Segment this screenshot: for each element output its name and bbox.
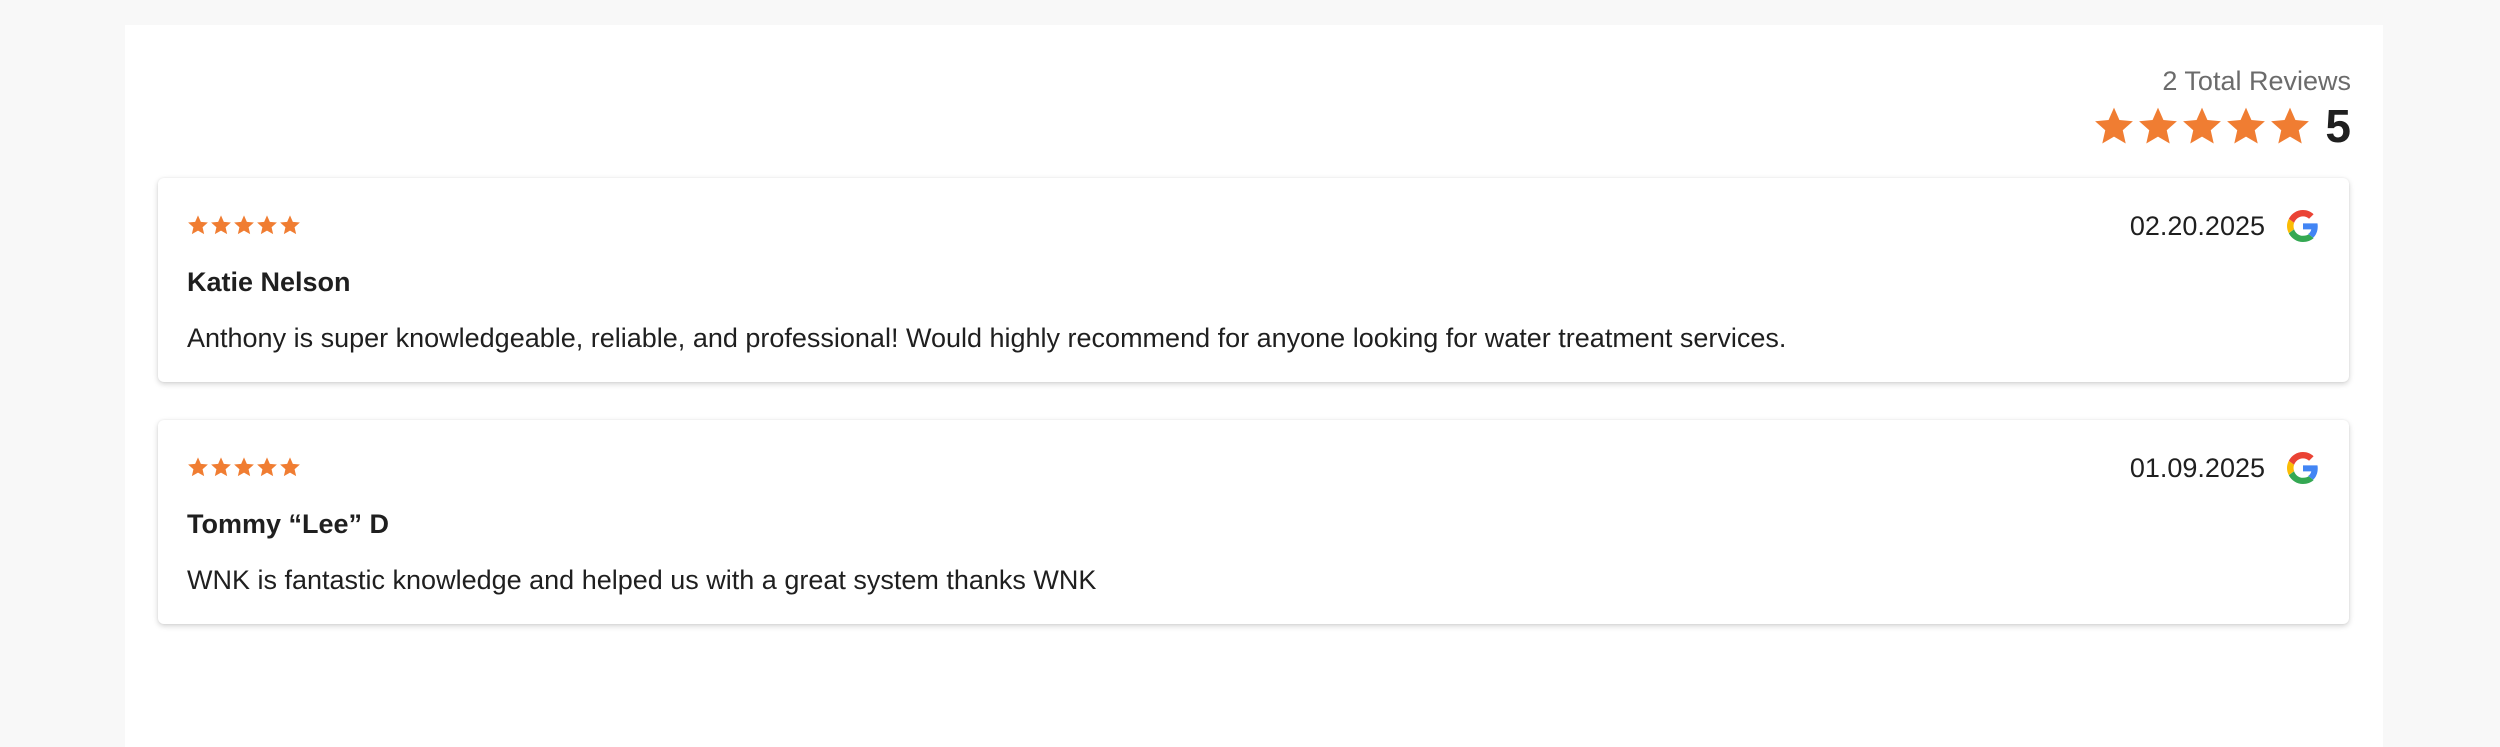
reviewer-name: Katie Nelson	[187, 267, 351, 297]
review-date: 02.20.2025	[2129, 211, 2265, 241]
star-icon	[188, 457, 208, 477]
average-rating-row: 5	[2093, 103, 2351, 149]
review-text: WNK is fantastic knowledge and helped us…	[187, 565, 1097, 595]
star-icon	[234, 215, 254, 235]
star-icon	[2183, 107, 2222, 144]
review-rating-stars	[187, 214, 301, 236]
star-icon	[2227, 107, 2266, 144]
star-icon	[2271, 107, 2310, 144]
review-text: Anthony is super knowledgeable, reliable…	[187, 323, 1787, 353]
star-icon	[188, 215, 208, 235]
average-rating-value: 5	[2325, 100, 2351, 152]
review-date: 01.09.2025	[2129, 453, 2265, 483]
star-icon	[2139, 107, 2178, 144]
average-rating-stars	[2093, 105, 2311, 147]
review-card: 02.20.2025 Katie Nelson Anthony is super…	[158, 178, 2349, 382]
star-icon	[280, 215, 300, 235]
star-icon	[257, 215, 277, 235]
google-icon[interactable]	[2287, 210, 2319, 242]
review-rating-stars	[187, 456, 301, 478]
review-card: 01.09.2025 Tommy “Lee” D WNK is fantasti…	[158, 420, 2349, 624]
star-icon	[234, 457, 254, 477]
star-icon	[211, 215, 231, 235]
reviews-panel: 2 Total Reviews 5 02.20.2025 Katie Nelso…	[125, 25, 2383, 747]
star-icon	[280, 457, 300, 477]
google-icon[interactable]	[2287, 452, 2319, 484]
star-icon	[211, 457, 231, 477]
reviews-summary: 2 Total Reviews 5	[2093, 65, 2351, 149]
reviewer-name: Tommy “Lee” D	[187, 509, 390, 539]
total-reviews-count: 2 Total Reviews	[2162, 66, 2351, 96]
star-icon	[2095, 107, 2134, 144]
star-icon	[257, 457, 277, 477]
